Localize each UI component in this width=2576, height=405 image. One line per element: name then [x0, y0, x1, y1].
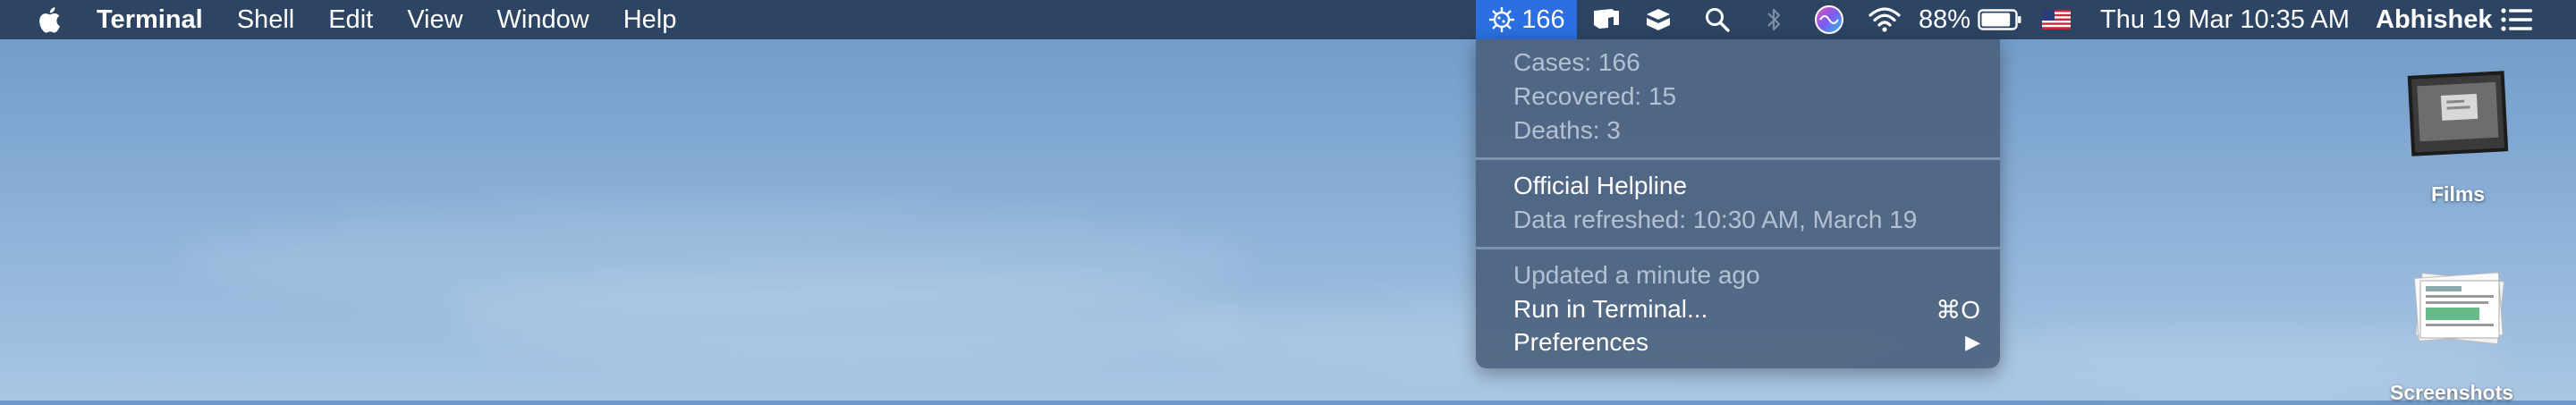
- data-refreshed-text: Data refreshed: 10:30 AM, March 19: [1513, 206, 1918, 233]
- cloud-wisp: [447, 268, 1252, 367]
- menu-shell[interactable]: Shell: [237, 5, 295, 35]
- covid-status-item[interactable]: 166: [1476, 0, 1577, 39]
- menu-separator: [1476, 247, 2000, 249]
- battery-status[interactable]: 88%: [1919, 0, 2022, 39]
- wifi-icon[interactable]: [1863, 0, 1906, 39]
- run-shortcut: ⌘O: [1936, 296, 1980, 324]
- preferences-item[interactable]: Preferences: [1513, 328, 1648, 357]
- battery-percent: 88%: [1919, 4, 1971, 34]
- user-name[interactable]: Abhishek: [2376, 0, 2493, 39]
- apple-logo-icon[interactable]: [36, 5, 63, 34]
- us-flag-icon[interactable]: [2038, 0, 2075, 39]
- search-icon[interactable]: [1698, 0, 1737, 39]
- virus-icon: [1489, 7, 1515, 32]
- cases-stat: Cases: 166: [1513, 48, 1640, 76]
- covid-count: 166: [1521, 4, 1565, 34]
- films-folder-icon[interactable]: [2402, 64, 2513, 165]
- battery-level-fill: [1981, 13, 2011, 27]
- menu-help[interactable]: Help: [623, 5, 677, 35]
- run-in-terminal-item[interactable]: Run in Terminal...: [1513, 295, 1707, 324]
- app-menus: Terminal Shell Edit View Window Help: [97, 0, 710, 39]
- submenu-arrow-icon: ▶: [1965, 331, 1980, 353]
- inbox-icon[interactable]: [1638, 0, 1679, 39]
- bluetooth-icon[interactable]: [1756, 0, 1792, 39]
- folder-stack-icon[interactable]: [2406, 265, 2513, 354]
- recovered-stat: Recovered: 15: [1513, 82, 1677, 110]
- menu-window[interactable]: Window: [497, 5, 589, 35]
- menu-bar: Terminal Shell Edit View Window Help 166: [0, 0, 2576, 39]
- films-label[interactable]: Films: [2431, 182, 2485, 207]
- menu-app-name[interactable]: Terminal: [97, 5, 203, 35]
- list-icon[interactable]: [2496, 0, 2538, 39]
- deaths-stat: Deaths: 3: [1513, 116, 1621, 144]
- battery-icon: [1978, 9, 2021, 30]
- menu-view[interactable]: View: [407, 5, 462, 35]
- notification-icon[interactable]: [1583, 0, 1628, 39]
- official-helpline-item[interactable]: Official Helpline: [1513, 172, 1687, 200]
- clock[interactable]: Thu 19 Mar 10:35 AM: [2100, 0, 2350, 39]
- updated-text: Updated a minute ago: [1513, 261, 1760, 289]
- screenshots-label[interactable]: Screenshots: [2390, 381, 2513, 405]
- siri-icon[interactable]: [1810, 0, 1848, 39]
- covid-dropdown-menu: Cases: 166 Recovered: 15 Deaths: 3 Offic…: [1476, 39, 2000, 368]
- menu-edit[interactable]: Edit: [328, 5, 373, 35]
- menu-separator: [1476, 157, 2000, 160]
